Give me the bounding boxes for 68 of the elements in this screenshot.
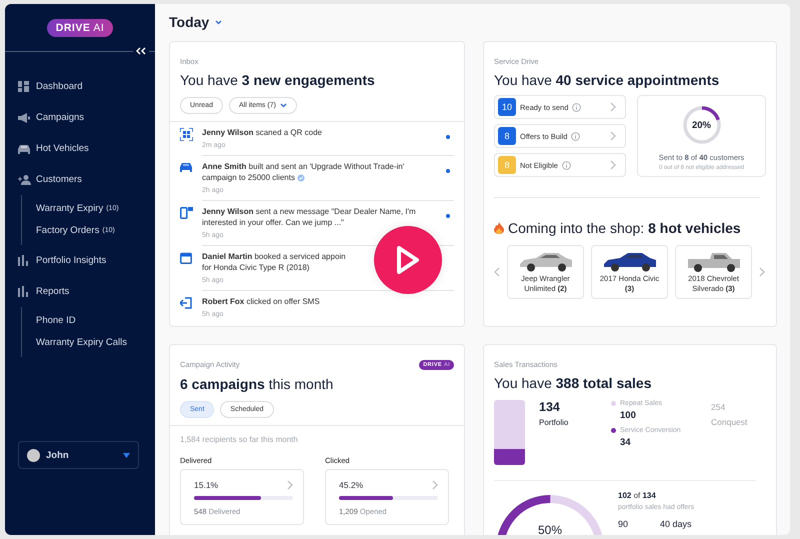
card-heading: You have 388 total sales	[494, 375, 652, 391]
verified-icon	[296, 174, 305, 182]
portfolio-label: Portfolio	[539, 418, 570, 427]
card-heading: 6 campaigns this month	[180, 376, 334, 392]
chevron-right-icon	[610, 160, 616, 170]
bar-chart-icon	[18, 255, 29, 266]
nav-item[interactable]: Hot Vehicles	[18, 133, 155, 164]
activity-text: Robert Fox clicked on offer SMS	[202, 296, 321, 307]
progress-reading: 20%	[692, 120, 711, 130]
card-heading: You have 3 new engagements	[180, 72, 376, 88]
offers-count: 102 of 134	[618, 491, 657, 500]
legend-value: 34	[620, 437, 632, 448]
play-icon	[396, 245, 420, 275]
info-icon	[562, 160, 571, 170]
chevron-right-icon	[610, 102, 616, 112]
dropdown-triangle-icon	[123, 452, 130, 458]
activity-text: Daniel Martin booked a serviced appoin	[202, 251, 347, 262]
chevron-right-icon	[759, 267, 765, 277]
count-badge: 10	[498, 98, 516, 116]
section-heading: Coming into the shop: 8 hot vehicles	[508, 220, 741, 236]
car-icon	[180, 162, 192, 172]
stat-value: 40 days	[660, 519, 692, 529]
qr-scan-icon	[180, 128, 193, 141]
nav-item[interactable]: Campaigns	[18, 102, 155, 133]
phone-message-icon	[180, 207, 193, 219]
exit-arrow-icon	[180, 297, 192, 309]
bar-chart-icon	[18, 286, 29, 297]
nav-subitem[interactable]: Phone ID	[36, 309, 155, 331]
legend-value: 100	[620, 410, 637, 421]
info-icon	[572, 102, 582, 112]
page-title[interactable]: Today	[169, 14, 210, 30]
card-heading: You have 40 service appointments	[494, 72, 720, 88]
nav-item[interactable]: Portfolio Insights	[18, 245, 155, 276]
activity-text: Jenny Wilson sent a new message "Dear Dealer Name, I'm interested in your offer. Can we jump ..."	[202, 206, 417, 228]
conquest-label: Conquest	[711, 416, 748, 429]
metric-value: 15.1%	[194, 480, 218, 490]
calendar-icon	[180, 252, 192, 264]
nav-item[interactable]: Dashboard	[18, 71, 155, 102]
metric-value: 45.2%	[339, 480, 364, 490]
count-badge: 8	[498, 127, 516, 145]
avatar	[27, 448, 40, 462]
megaphone-icon	[18, 112, 30, 122]
dashboard-grid-icon	[18, 81, 29, 92]
progress-ring	[680, 104, 722, 146]
chevron-right-icon	[287, 480, 293, 490]
conquest-value: 254	[711, 401, 726, 414]
donut-reading: 50%	[538, 523, 562, 535]
car-icon	[18, 144, 30, 154]
chevron-right-icon	[610, 131, 616, 141]
recipients-summary: 1,584 recipients so far this month	[179, 434, 299, 444]
stat-value: 90	[618, 519, 628, 529]
activity-text: for Honda Civic Type R (2018)	[202, 262, 310, 273]
count-badge: 8	[498, 156, 516, 174]
chevron-down-icon	[280, 103, 287, 108]
flame-icon	[494, 222, 504, 234]
activity-text: Jenny Wilson scaned a QR code	[202, 127, 323, 138]
nav-item[interactable]: Customers	[18, 164, 155, 195]
user-menu[interactable]: John	[18, 441, 139, 469]
activity-text: Anne Smith built and sent an 'Upgrade Without Trade-in' campaign to 25000 clients	[202, 161, 406, 183]
info-icon	[571, 132, 580, 140]
collapse-double-chevron-icon[interactable]	[136, 47, 146, 55]
nav-item[interactable]: Reports	[18, 276, 155, 307]
portfolio-value: 134	[539, 400, 561, 414]
nav-subitem[interactable]: Warranty Expiry Calls	[36, 331, 155, 353]
app-logo: DRIVE AI	[46, 19, 114, 37]
chevron-down-icon[interactable]	[215, 20, 222, 24]
people-icon	[18, 174, 31, 184]
chevron-right-icon	[432, 480, 438, 490]
